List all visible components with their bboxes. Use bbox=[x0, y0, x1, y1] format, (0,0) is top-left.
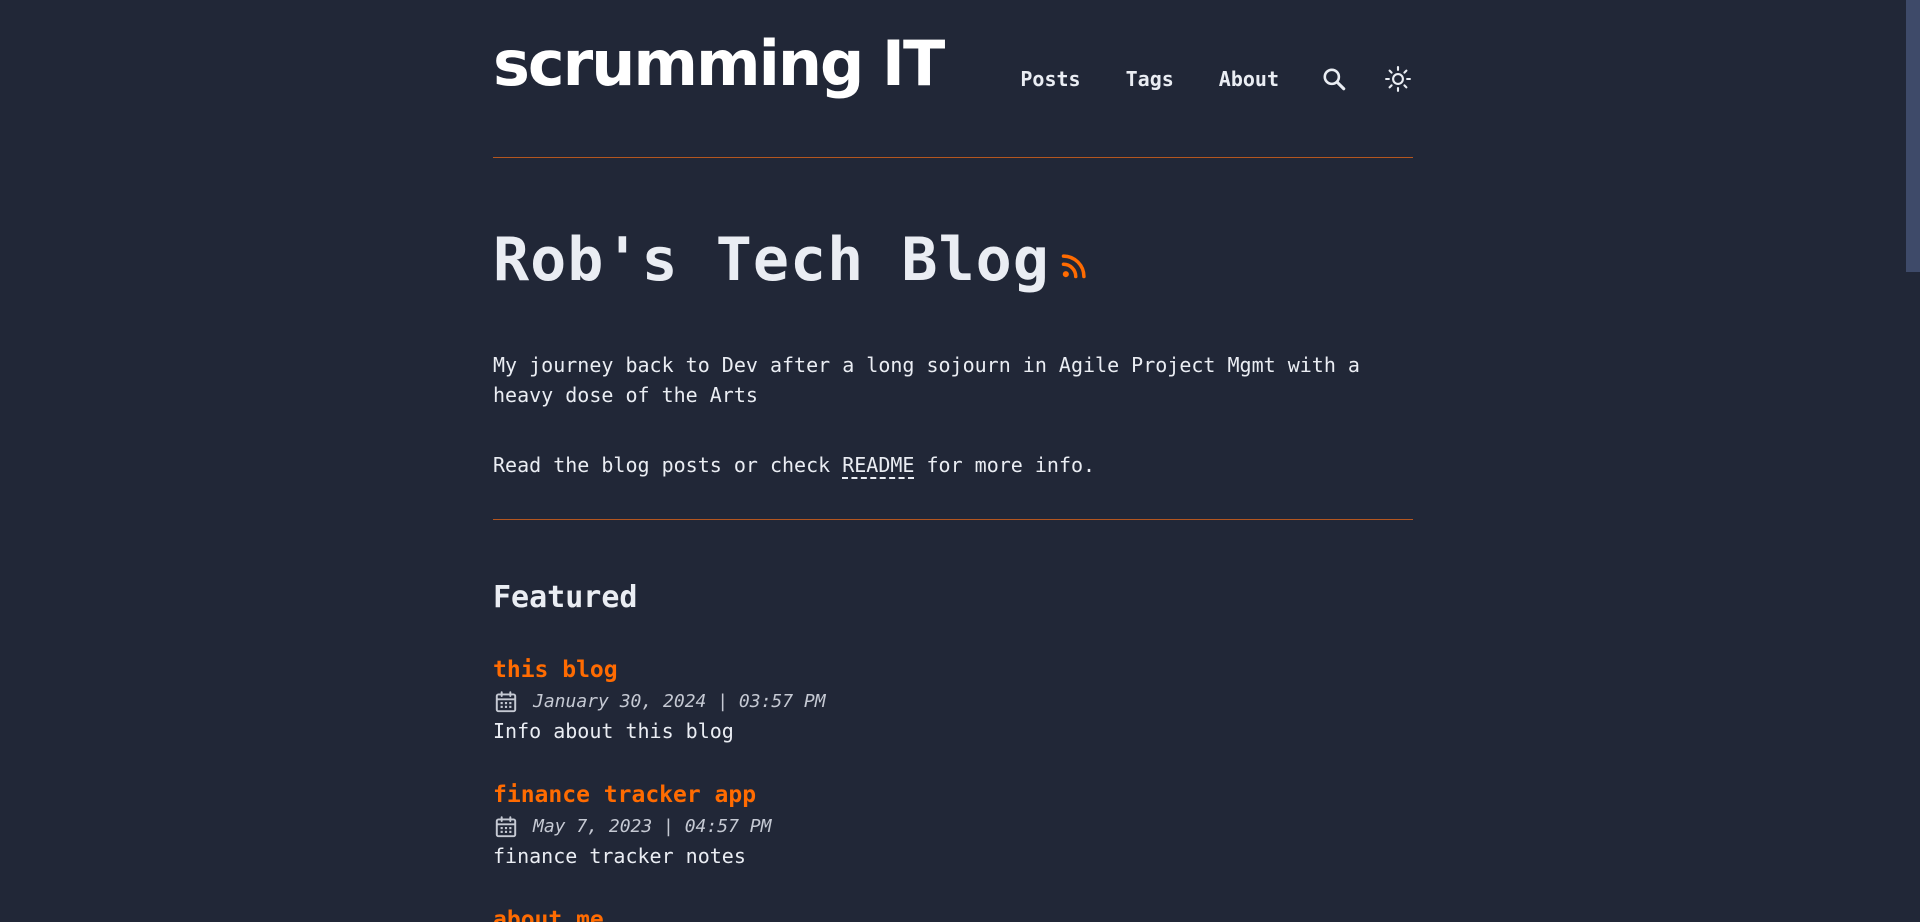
main-nav: Posts Tags About bbox=[1020, 62, 1413, 96]
page-title-text: Rob's Tech Blog bbox=[493, 225, 1050, 295]
list-item: about me bbox=[493, 904, 604, 922]
site-header: scrumming IT Posts Tags About bbox=[493, 0, 1413, 158]
post-date-text: January 30, 2024 | 03:57 PM bbox=[533, 691, 826, 712]
list-item: this blog January 30, 2024 | 03:57 PM In… bbox=[493, 654, 826, 746]
post-title-link[interactable]: finance tracker app bbox=[493, 779, 771, 811]
scrollbar[interactable] bbox=[1906, 0, 1920, 922]
nav-tags[interactable]: Tags bbox=[1126, 67, 1174, 91]
page-title: Rob's Tech Blog bbox=[493, 230, 1088, 290]
post-title-link[interactable]: this blog bbox=[493, 654, 826, 686]
readme-link[interactable]: README bbox=[842, 453, 915, 479]
rss-icon[interactable] bbox=[1060, 230, 1088, 290]
main-container: scrumming IT Posts Tags About Rob's Tech… bbox=[493, 0, 1413, 922]
post-title-link[interactable]: about me bbox=[493, 904, 604, 922]
hero-section: Rob's Tech Blog My journey back to Dev a… bbox=[493, 158, 1413, 520]
search-icon[interactable] bbox=[1319, 64, 1349, 94]
scrollbar-thumb[interactable] bbox=[1906, 0, 1920, 272]
post-description: finance tracker notes bbox=[493, 844, 746, 868]
post-description: Info about this blog bbox=[493, 719, 734, 743]
calendar-icon bbox=[495, 816, 517, 838]
nav-about[interactable]: About bbox=[1219, 67, 1279, 91]
nav-posts[interactable]: Posts bbox=[1020, 67, 1080, 91]
post-date-text: May 7, 2023 | 04:57 PM bbox=[533, 816, 772, 837]
post-date: May 7, 2023 | 04:57 PM bbox=[493, 813, 771, 841]
sun-icon[interactable] bbox=[1383, 64, 1413, 94]
calendar-icon bbox=[495, 691, 517, 713]
list-item: finance tracker app May 7, 2023 | 04:57 … bbox=[493, 779, 771, 871]
readme-line: Read the blog posts or check README for … bbox=[493, 450, 1095, 480]
readme-prefix: Read the blog posts or check bbox=[493, 453, 843, 477]
readme-suffix: for more info. bbox=[914, 453, 1096, 477]
page: scrumming IT Posts Tags About Rob's Tech… bbox=[0, 0, 1920, 922]
post-date: January 30, 2024 | 03:57 PM bbox=[493, 688, 826, 716]
blog-description: My journey back to Dev after a long sojo… bbox=[493, 353, 1360, 407]
featured-heading: Featured bbox=[493, 580, 638, 615]
site-logo[interactable]: scrumming IT bbox=[493, 29, 945, 98]
